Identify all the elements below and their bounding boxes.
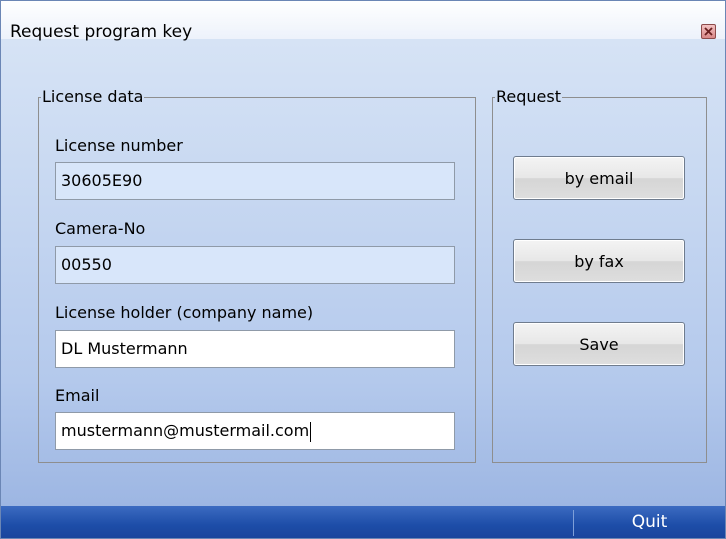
save-button[interactable]: Save (513, 322, 685, 366)
license-holder-field[interactable]: DL Mustermann (55, 330, 455, 368)
title-bar: Request program key (1, 1, 725, 42)
window-title: Request program key (10, 22, 193, 42)
license-holder-label: License holder (company name) (55, 303, 314, 322)
close-x-glyph (704, 27, 713, 36)
license-data-legend: License data (42, 87, 144, 106)
request-program-key-dialog: Request program key License data License… (0, 0, 726, 539)
by-fax-button[interactable]: by fax (513, 239, 685, 283)
email-value: mustermann@mustermail.com (61, 421, 310, 440)
text-cursor (310, 421, 312, 442)
camera-no-label: Camera-No (55, 219, 146, 238)
request-legend: Request (496, 87, 561, 106)
by-email-button[interactable]: by email (513, 156, 685, 200)
email-label: Email (55, 386, 100, 405)
license-number-label: License number (55, 136, 183, 155)
camera-no-field[interactable]: 00550 (55, 246, 455, 284)
email-field[interactable]: mustermann@mustermail.com (55, 412, 455, 450)
quit-button[interactable]: Quit (574, 506, 725, 538)
license-number-field[interactable]: 30605E90 (55, 162, 455, 200)
status-bar: Quit (1, 506, 725, 538)
close-icon[interactable] (701, 24, 716, 39)
